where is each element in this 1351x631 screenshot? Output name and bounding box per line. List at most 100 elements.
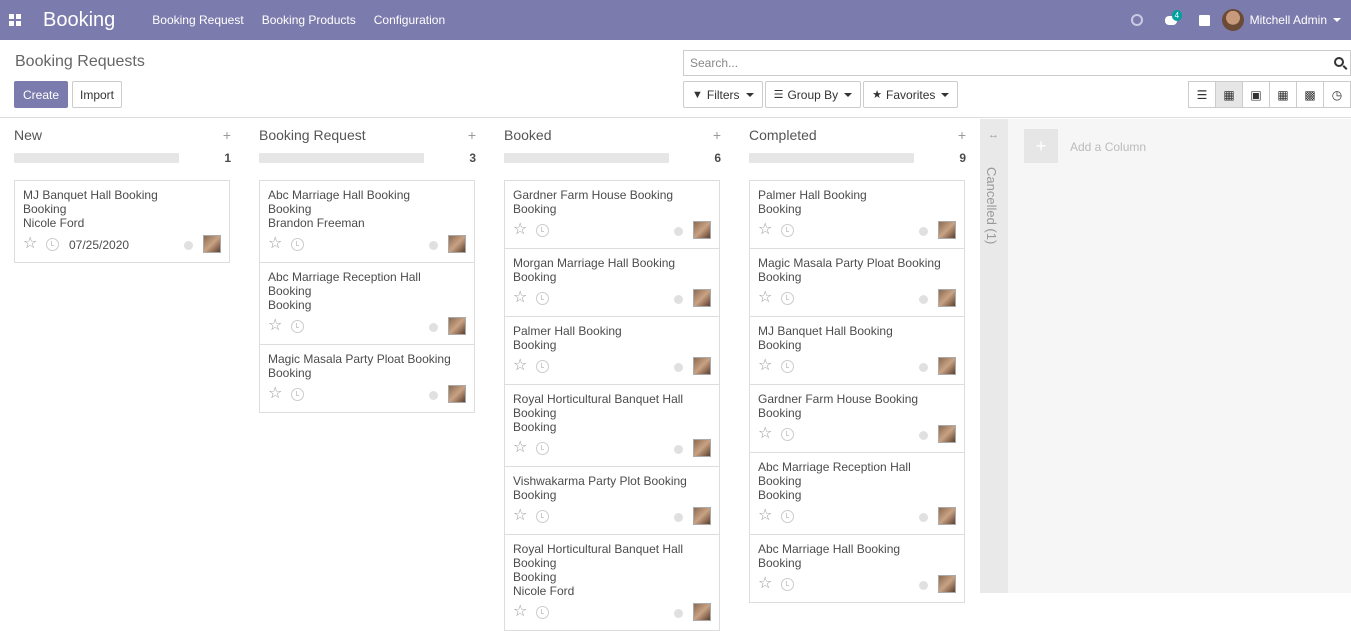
- activity-clock-icon[interactable]: [781, 428, 794, 441]
- activity-clock-icon[interactable]: [46, 238, 59, 251]
- import-button[interactable]: Import: [72, 81, 122, 108]
- status-dot-icon[interactable]: [919, 295, 928, 304]
- gift-icon[interactable]: [1188, 0, 1222, 40]
- status-dot-icon[interactable]: [919, 363, 928, 372]
- add-column-plus-icon[interactable]: +: [1024, 129, 1058, 163]
- kanban-card[interactable]: MJ Banquet Hall Booking Booking Nicole F…: [14, 180, 230, 263]
- activity-clock-icon[interactable]: [781, 578, 794, 591]
- status-dot-icon[interactable]: [919, 581, 928, 590]
- search-icon[interactable]: [1334, 57, 1344, 67]
- activity-clock-icon[interactable]: [781, 292, 794, 305]
- star-icon[interactable]: ☆: [23, 236, 37, 252]
- star-icon[interactable]: ☆: [268, 386, 282, 402]
- search-input[interactable]: [684, 51, 1314, 75]
- star-icon[interactable]: ☆: [758, 576, 772, 592]
- quick-create-icon[interactable]: +: [223, 127, 231, 143]
- column-cancelled-folded[interactable]: ↔ Cancelled (1): [980, 119, 1008, 593]
- kanban-card[interactable]: Gardner Farm House Booking Booking ☆: [749, 384, 965, 453]
- star-icon[interactable]: ☆: [513, 604, 527, 620]
- star-icon[interactable]: ☆: [513, 440, 527, 456]
- kanban-card[interactable]: Abc Marriage Reception Hall Booking Book…: [749, 452, 965, 535]
- apps-menu-icon[interactable]: [0, 0, 30, 40]
- status-dot-icon[interactable]: [919, 227, 928, 236]
- activity-clock-icon[interactable]: [536, 442, 549, 455]
- card-line: Booking: [513, 488, 557, 502]
- pivot-view-icon[interactable]: ▦: [1269, 81, 1297, 108]
- add-column-label[interactable]: Add a Column: [1070, 140, 1146, 154]
- create-button[interactable]: Create: [14, 81, 68, 108]
- star-icon[interactable]: ☆: [268, 236, 282, 252]
- star-icon[interactable]: ☆: [758, 358, 772, 374]
- star-icon[interactable]: ☆: [513, 358, 527, 374]
- activity-view-icon[interactable]: ◷: [1323, 81, 1351, 108]
- top-navbar: Booking Booking Request Booking Products…: [0, 0, 1351, 40]
- favorites-button[interactable]: ★ Favorites: [863, 81, 959, 108]
- activity-clock-icon[interactable]: [536, 510, 549, 523]
- activity-clock-icon[interactable]: [536, 292, 549, 305]
- kanban-card[interactable]: MJ Banquet Hall Booking Booking ☆: [749, 316, 965, 385]
- graph-view-icon[interactable]: ▩: [1296, 81, 1324, 108]
- quick-create-icon[interactable]: +: [713, 127, 721, 143]
- filters-button[interactable]: ▼ Filters: [683, 81, 763, 108]
- kanban-card[interactable]: Palmer Hall Booking Booking ☆: [504, 316, 720, 385]
- activity-clock-icon[interactable]: [536, 606, 549, 619]
- menu-booking-request[interactable]: Booking Request: [143, 0, 252, 40]
- kanban-card[interactable]: Gardner Farm House Booking Booking ☆: [504, 180, 720, 249]
- status-dot-icon[interactable]: [674, 445, 683, 454]
- kanban-card[interactable]: Royal Horticultural Banquet Hall Booking…: [504, 534, 720, 631]
- app-brand[interactable]: Booking: [43, 9, 115, 32]
- user-menu[interactable]: Mitchell Admin: [1221, 9, 1351, 31]
- star-icon[interactable]: ☆: [513, 290, 527, 306]
- column-new: New + 1 MJ Banquet Hall Booking Booking …: [0, 119, 245, 593]
- star-icon[interactable]: ☆: [758, 290, 772, 306]
- status-dot-icon[interactable]: [674, 227, 683, 236]
- star-icon[interactable]: ☆: [513, 222, 527, 238]
- menu-booking-products[interactable]: Booking Products: [253, 0, 365, 40]
- list-view-icon[interactable]: ☰: [1188, 81, 1216, 108]
- calendar-view-icon[interactable]: ▣: [1242, 81, 1270, 108]
- status-dot-icon[interactable]: [674, 609, 683, 618]
- kanban-card[interactable]: Morgan Marriage Hall Booking Booking ☆: [504, 248, 720, 317]
- status-dot-icon[interactable]: [429, 391, 438, 400]
- kanban-card[interactable]: Vishwakarma Party Plot Booking Booking ☆: [504, 466, 720, 535]
- activity-clock-icon[interactable]: [781, 510, 794, 523]
- activity-clock-icon[interactable]: [291, 388, 304, 401]
- activity-clock-icon[interactable]: [781, 360, 794, 373]
- activity-clock-icon[interactable]: [781, 224, 794, 237]
- card-line: Booking: [268, 366, 312, 380]
- group-by-button[interactable]: ☰ Group By: [764, 81, 862, 108]
- star-icon[interactable]: ☆: [268, 318, 282, 334]
- status-dot-icon[interactable]: [429, 323, 438, 332]
- kanban-card[interactable]: Abc Marriage Hall Booking Booking Brando…: [259, 180, 475, 263]
- star-icon[interactable]: ☆: [758, 426, 772, 442]
- kanban-view-icon[interactable]: ▦: [1215, 81, 1243, 108]
- kanban-card[interactable]: Magic Masala Party Ploat Booking Booking…: [259, 344, 475, 413]
- star-icon[interactable]: ☆: [758, 222, 772, 238]
- kanban-card[interactable]: Palmer Hall Booking Booking ☆: [749, 180, 965, 249]
- status-dot-icon[interactable]: [674, 363, 683, 372]
- activity-clock-icon[interactable]: [1120, 0, 1154, 40]
- status-dot-icon[interactable]: [429, 241, 438, 250]
- quick-create-icon[interactable]: +: [958, 127, 966, 143]
- messaging-icon[interactable]: 4: [1154, 0, 1188, 40]
- activity-clock-icon[interactable]: [291, 320, 304, 333]
- status-dot-icon[interactable]: [919, 431, 928, 440]
- kanban-card[interactable]: Royal Horticultural Banquet Hall Booking…: [504, 384, 720, 467]
- expand-arrows-icon[interactable]: ↔: [988, 129, 999, 141]
- kanban-card[interactable]: Abc Marriage Reception Hall Booking Book…: [259, 262, 475, 345]
- progress-bar: [259, 153, 424, 163]
- quick-create-icon[interactable]: +: [468, 127, 476, 143]
- status-dot-icon[interactable]: [919, 513, 928, 522]
- activity-clock-icon[interactable]: [536, 360, 549, 373]
- status-dot-icon[interactable]: [184, 241, 193, 250]
- star-icon[interactable]: ☆: [513, 508, 527, 524]
- activity-clock-icon[interactable]: [291, 238, 304, 251]
- kanban-card[interactable]: Magic Masala Party Ploat Booking Booking…: [749, 248, 965, 317]
- favorites-label: Favorites: [886, 87, 936, 102]
- status-dot-icon[interactable]: [674, 513, 683, 522]
- activity-clock-icon[interactable]: [536, 224, 549, 237]
- group-by-label: Group By: [787, 87, 839, 102]
- star-icon[interactable]: ☆: [758, 508, 772, 524]
- status-dot-icon[interactable]: [674, 295, 683, 304]
- menu-configuration[interactable]: Configuration: [365, 0, 454, 40]
